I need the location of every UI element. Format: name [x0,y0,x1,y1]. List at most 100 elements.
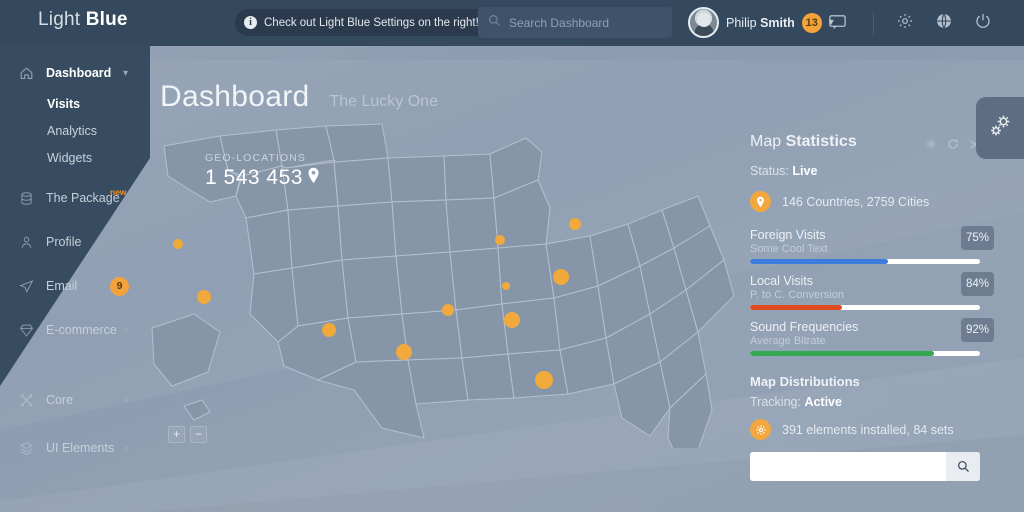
progress-bar-fill [750,305,842,310]
map-marker[interactable] [535,371,553,389]
progress-subtext: Some Cool Text [750,243,828,255]
map-marker[interactable] [396,344,412,360]
sidebar-item-profile[interactable]: Profile [0,225,150,259]
user-menu[interactable]: Philip Smith 13 ▾ [688,7,834,38]
progress-sound-frequencies: Sound Frequencies Average Bitrate 92% [750,318,994,356]
panel-search-button[interactable] [946,452,980,481]
panel-search-input[interactable] [750,452,946,481]
sidebar-section-title: TEMPLATE [18,363,86,375]
map-container[interactable]: GEO-LOCATIONS 1 543 453 + − [150,118,740,448]
notification-text: Check out Light Blue Settings on the rig… [264,16,479,29]
geo-locations-widget: GEO-LOCATIONS 1 543 453 [205,152,320,190]
tracking-value: Active [804,395,842,409]
map-marker[interactable] [504,312,520,328]
send-icon [18,279,35,294]
chevron-left-icon[interactable]: ‹ [125,395,128,406]
sidebar-item-core[interactable]: Core ‹ [0,383,150,417]
elements-row: 391 elements installed, 84 sets [750,419,980,440]
header-search[interactable] [478,7,672,38]
gear-icon [750,419,771,440]
sidebar-subitem-label: Visits [47,96,81,111]
tracking-label: Tracking: [750,395,801,409]
map-statistics-panel: Map Statistics Status: Live 146 Countrie… [750,133,994,481]
progress-name: Foreign Visits [750,228,826,242]
progress-percent-badge: 92% [961,318,994,342]
sidebar-item-label: E-commerce [46,323,117,337]
settings-fab[interactable] [976,97,1024,159]
avatar [688,7,719,38]
sidebar-subitem-visits[interactable]: Visits [0,90,150,117]
progress-bar [750,305,980,310]
sidebar: Dashboard ▾ Visits Analytics Widgets The… [0,46,150,512]
map-pin-icon [307,166,320,190]
new-tag: new [110,187,127,197]
status-label: Status: [750,164,789,178]
sidebar-item-label: Email [46,279,78,293]
sidebar-item-the-package[interactable]: The Package new [0,181,150,215]
sidebar-item-email[interactable]: Email 9 [0,269,150,303]
sidebar-subitem-label: Widgets [47,150,93,165]
progress-name: Sound Frequencies [750,320,859,334]
countries-row: 146 Countries, 2759 Cities [750,191,980,212]
geo-value-row: 1 543 453 [205,166,320,190]
panel-title-light: Map [750,133,782,150]
header-divider [873,12,874,35]
panel-title: Map Statistics [750,133,980,151]
user-icon [18,235,35,250]
geo-value: 1 543 453 [205,166,303,189]
map-marker[interactable] [569,218,581,230]
page-title: Dashboard The Lucky One [160,80,438,114]
logo-light-text: Light [38,9,81,30]
panel-search[interactable] [750,452,980,481]
map-marker[interactable] [173,239,183,249]
database-icon [18,191,35,206]
sidebar-item-label: UI Elements [46,441,115,455]
gear-icon[interactable] [925,137,937,155]
map-marker[interactable] [495,235,505,245]
map-zoom-in-button[interactable]: + [168,426,185,443]
sidebar-subitem-analytics[interactable]: Analytics [0,117,150,144]
progress-subtext: P. to C. Conversion [750,289,844,301]
map-zoom-out-button[interactable]: − [190,426,207,443]
chevron-left-icon[interactable]: ‹ [125,443,128,454]
logo-bold-text: Blue [85,9,128,30]
elements-text: 391 elements installed, 84 sets [782,422,954,437]
refresh-icon[interactable] [947,137,959,155]
sidebar-item-label: Profile [46,235,82,249]
gear-icon[interactable] [885,12,924,35]
progress-percent-badge: 84% [961,272,994,296]
app-logo[interactable]: Light Blue [38,9,128,31]
gears-icon [986,112,1014,145]
map-marker[interactable] [442,304,454,316]
email-badge-count: 9 [110,276,129,296]
nodes-icon [18,393,35,408]
home-icon [18,66,35,81]
panel-title-bold: Statistics [785,133,857,150]
chat-icon[interactable] [828,12,847,36]
search-input[interactable] [509,15,659,30]
sidebar-item-ui-elements[interactable]: UI Elements ‹ [0,431,150,465]
map-marker[interactable] [502,282,510,290]
status-row: Status: Live [750,164,980,178]
user-badge-count: 13 [801,12,822,33]
chevron-left-icon[interactable]: ‹ [125,325,128,336]
progress-bar [750,351,980,356]
map-zoom-controls: + − [168,426,207,443]
map-distributions-title: Map Distributions [750,374,860,389]
power-icon[interactable] [963,12,1002,35]
sidebar-item-dashboard[interactable]: Dashboard ▾ [0,56,150,90]
chevron-down-icon[interactable]: ▾ [123,68,128,79]
info-icon: i [244,16,257,29]
globe-icon[interactable] [924,12,963,35]
map-marker[interactable] [553,269,569,285]
sidebar-nav: Dashboard ▾ Visits Analytics Widgets The… [0,46,150,465]
map-pin-icon [750,191,771,212]
progress-bar-fill [750,259,888,264]
sidebar-subitem-widgets[interactable]: Widgets [0,144,150,171]
layers-icon [18,441,35,456]
map-marker[interactable] [197,290,211,304]
sidebar-item-ecommerce[interactable]: E-commerce ‹ [0,313,150,347]
user-name: Philip Smith [726,16,795,30]
map-marker[interactable] [322,323,336,337]
user-first-name: Philip [726,15,757,30]
